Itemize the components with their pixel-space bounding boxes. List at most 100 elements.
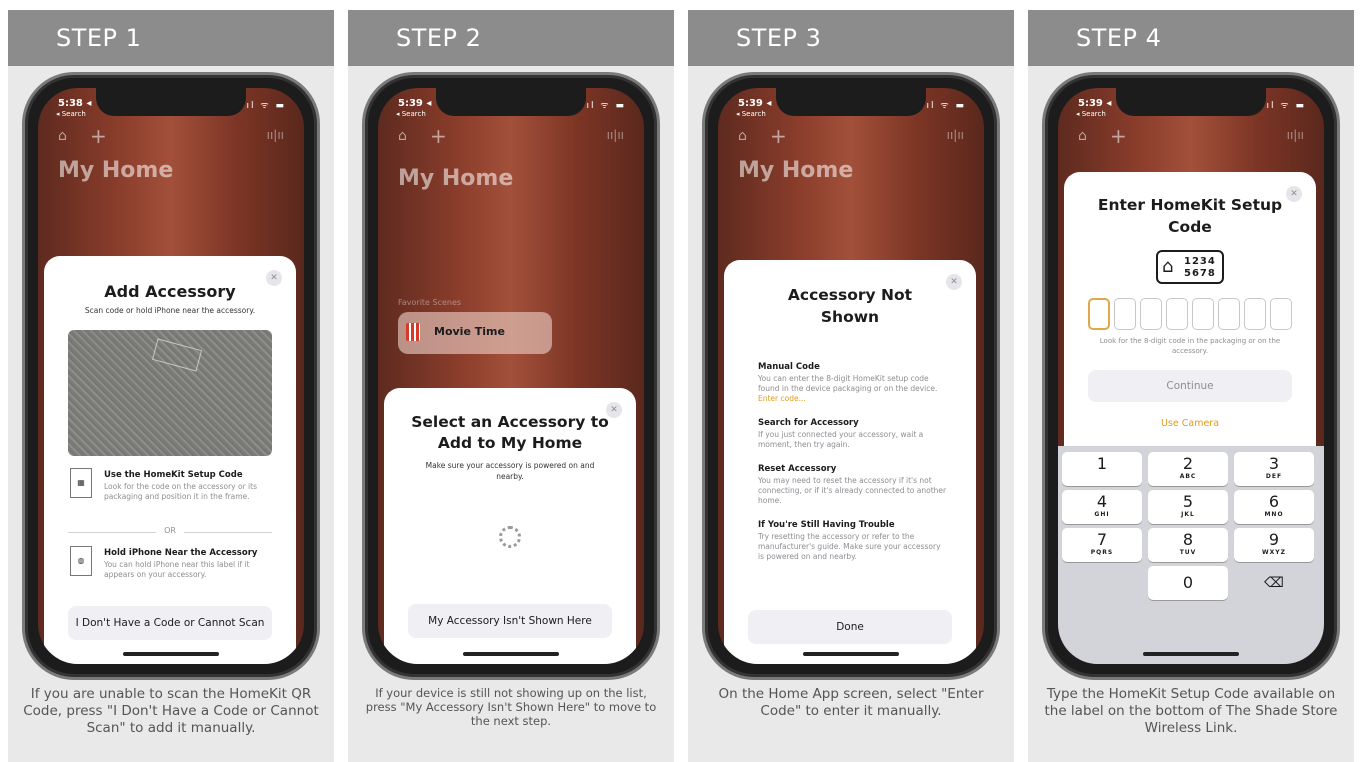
nfc-tag-icon: ◍ xyxy=(70,546,92,576)
sheet-subtitle: Scan code or hold iPhone near the access… xyxy=(84,306,256,315)
scan-frame xyxy=(151,338,203,372)
code-digit-input[interactable] xyxy=(1088,298,1110,330)
enter-code-link[interactable]: Enter code... xyxy=(758,394,806,403)
key-5[interactable]: 5 JKL xyxy=(1148,490,1228,524)
status-time: 5:39 ◂ xyxy=(1078,98,1112,109)
home-title: My Home xyxy=(398,166,514,191)
status-icons: ıl ᯤ ▬ xyxy=(246,101,286,111)
add-icon[interactable]: + xyxy=(90,124,107,148)
accessory-not-shown-button[interactable]: My Accessory Isn't Shown Here xyxy=(408,604,612,638)
home-title: My Home xyxy=(738,158,854,183)
close-icon[interactable]: ✕ xyxy=(946,274,962,290)
sheet-title: Add Accessory xyxy=(104,282,236,301)
notch xyxy=(436,88,586,116)
reset-accessory-title: Reset Accessory xyxy=(758,464,837,474)
enter-setup-code-sheet: ✕ Enter HomeKit Setup Code ⌂ 1234 5678 Lo… xyxy=(1064,172,1316,464)
step-caption: On the Home App screen, select "Enter Co… xyxy=(718,686,984,719)
no-code-button[interactable]: I Don't Have a Code or Cannot Scan xyxy=(68,606,272,640)
step-header: STEP 1 xyxy=(8,10,334,66)
scene-label: Movie Time xyxy=(434,325,505,338)
phone-screen: 5:39 ◂ ◂ Search ıl ᯤ ▬ ⌂ + ıı|ıı My Home… xyxy=(378,88,644,664)
voice-icon[interactable]: ıı|ıı xyxy=(267,128,284,142)
home-icon[interactable]: ⌂ xyxy=(738,128,747,144)
key-7[interactable]: 7 PQRS xyxy=(1062,528,1142,562)
key-4[interactable]: 4 GHI xyxy=(1062,490,1142,524)
scene-tile[interactable]: Movie Time xyxy=(398,312,552,354)
homekit-house-icon: ⌂ xyxy=(1162,256,1174,277)
code-digit-input[interactable] xyxy=(1192,298,1214,330)
homekit-code-label: ⌂ 1234 5678 xyxy=(1156,250,1224,284)
phone-frame: 5:38 ◂ ◂ Search ıl ᯤ ▬ ⌂ + ıı|ıı My Home… xyxy=(22,72,320,680)
key-2[interactable]: 2 ABC xyxy=(1148,452,1228,486)
step-header: STEP 2 xyxy=(348,10,674,66)
use-camera-link[interactable]: Use Camera xyxy=(1064,418,1316,429)
status-icons: ıl ᯤ ▬ xyxy=(1266,101,1306,111)
add-icon[interactable]: + xyxy=(770,124,787,148)
voice-icon[interactable]: ıı|ıı xyxy=(947,128,964,142)
key-8[interactable]: 8 TUV xyxy=(1148,528,1228,562)
key-9[interactable]: 9 WXYZ xyxy=(1234,528,1314,562)
status-icons: ıl ᯤ ▬ xyxy=(586,101,626,111)
phone-frame: 5:39 ◂ ◂ Search ıl ᯤ ▬ ⌂ + ıı|ıı My Home… xyxy=(702,72,1000,680)
phone-screen: 5:39 ◂ ◂ Search ıl ᯤ ▬ ⌂ + ıı|ıı ✕ Enter… xyxy=(1058,88,1324,664)
voice-icon[interactable]: ıı|ıı xyxy=(607,128,624,142)
step-3-panel: STEP 3 5:39 ◂ ◂ Search ıl ᯤ ▬ ⌂ + ıı|ıı … xyxy=(688,10,1014,762)
home-icon[interactable]: ⌂ xyxy=(58,128,67,144)
step-caption: Type the HomeKit Setup Code available on… xyxy=(1044,686,1338,736)
key-0[interactable]: 0 xyxy=(1148,566,1228,600)
manual-code-title: Manual Code xyxy=(758,362,820,372)
code-digit-input[interactable] xyxy=(1244,298,1266,330)
key-6[interactable]: 6 MNO xyxy=(1234,490,1314,524)
code-digit-input[interactable] xyxy=(1270,298,1292,330)
add-icon[interactable]: + xyxy=(430,124,447,148)
home-indicator xyxy=(123,652,219,656)
status-time: 5:39 ◂ xyxy=(398,98,432,109)
back-to-search-link[interactable]: ◂ Search xyxy=(56,110,86,118)
home-icon[interactable]: ⌂ xyxy=(1078,128,1087,144)
option-setup-code-desc: Look for the code on the accessory or it… xyxy=(104,482,257,501)
option-setup-code-title: Use the HomeKit Setup Code xyxy=(104,470,243,480)
code-digit-input[interactable] xyxy=(1166,298,1188,330)
code-digit-input[interactable] xyxy=(1114,298,1136,330)
reset-accessory-desc: You may need to reset the accessory if i… xyxy=(758,476,947,505)
sheet-title: Select an Accessory to Add to My Home xyxy=(411,413,609,452)
sheet-title: Accessory Not Shown xyxy=(787,286,913,326)
status-icons: ıl ᯤ ▬ xyxy=(926,101,966,111)
notch xyxy=(776,88,926,116)
phone-screen: 5:39 ◂ ◂ Search ıl ᯤ ▬ ⌂ + ıı|ıı My Home… xyxy=(718,88,984,664)
trouble-desc: Try resetting the accessory or refer to … xyxy=(758,532,941,561)
add-icon[interactable]: + xyxy=(1110,124,1127,148)
step-caption: If your device is still not showing up o… xyxy=(365,686,657,728)
key-1[interactable]: 1 xyxy=(1062,452,1142,486)
notch xyxy=(1116,88,1266,116)
back-to-search-link[interactable]: ◂ Search xyxy=(736,110,766,118)
phone-frame: 5:39 ◂ ◂ Search ıl ᯤ ▬ ⌂ + ıı|ıı ✕ Enter… xyxy=(1042,72,1340,680)
phone-screen: 5:38 ◂ ◂ Search ıl ᯤ ▬ ⌂ + ıı|ıı My Home… xyxy=(38,88,304,664)
code-digit-input[interactable] xyxy=(1218,298,1240,330)
delete-key-icon[interactable]: ⌫ xyxy=(1234,566,1314,600)
done-button[interactable]: Done xyxy=(748,610,952,644)
voice-icon[interactable]: ıı|ıı xyxy=(1287,128,1304,142)
code-digit-input[interactable] xyxy=(1140,298,1162,330)
code-hint: Look for the 8-digit code in the packagi… xyxy=(1099,337,1281,355)
key-3[interactable]: 3 DEF xyxy=(1234,452,1314,486)
close-icon[interactable]: ✕ xyxy=(1286,186,1302,202)
sheet-title: Enter HomeKit Setup Code xyxy=(1097,196,1283,236)
manual-code-desc: You can enter the 8-digit HomeKit setup … xyxy=(758,374,938,403)
back-to-search-link[interactable]: ◂ Search xyxy=(1076,110,1106,118)
back-to-search-link[interactable]: ◂ Search xyxy=(396,110,426,118)
loading-spinner-icon xyxy=(499,526,521,548)
search-accessory-title: Search for Accessory xyxy=(758,418,859,428)
trouble-title: If You're Still Having Trouble xyxy=(758,520,895,530)
continue-button[interactable]: Continue xyxy=(1088,370,1292,402)
camera-viewfinder[interactable] xyxy=(68,330,272,456)
home-indicator xyxy=(463,652,559,656)
accessory-not-shown-sheet: ✕ Accessory Not Shown Manual Code You ca… xyxy=(724,260,976,664)
home-title: My Home xyxy=(58,158,174,183)
step-4-panel: STEP 4 5:39 ◂ ◂ Search ıl ᯤ ▬ ⌂ + ıı|ıı … xyxy=(1028,10,1354,762)
home-indicator xyxy=(1143,652,1239,656)
select-accessory-sheet: ✕ Select an Accessory to Add to My Home … xyxy=(384,388,636,664)
status-time: 5:38 ◂ xyxy=(58,98,92,109)
step-caption: If you are unable to scan the HomeKit QR… xyxy=(23,686,319,736)
home-icon[interactable]: ⌂ xyxy=(398,128,407,144)
